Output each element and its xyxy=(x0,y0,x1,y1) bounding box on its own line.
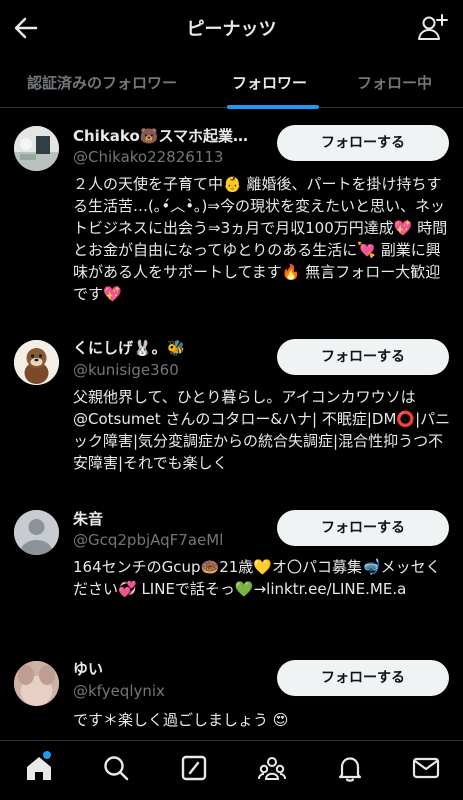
user-bio: 164センチのGcup🍩21歳💛オ〇パコ募集🤿メッセください💞 LINEで話そっ… xyxy=(73,558,441,598)
notifications-icon xyxy=(338,757,362,782)
avatar[interactable] xyxy=(14,126,59,171)
user-bio: 父親他界して、ひとり暮らし。アイコンカワウソは@Cotsumet さんのコタロー… xyxy=(73,388,451,472)
user-handle: @kunisige360 xyxy=(73,361,179,379)
search-icon xyxy=(104,756,129,781)
tab-bar: 認証済みのフォロワー フォロワー フォロー中 xyxy=(0,56,463,109)
avatar[interactable] xyxy=(14,340,59,385)
follow-button[interactable]: フォローする xyxy=(277,510,449,546)
communities-icon xyxy=(258,757,286,780)
notification-dot xyxy=(43,751,51,759)
avatar[interactable] xyxy=(14,661,59,706)
person-add-icon xyxy=(418,14,448,40)
top-bar: ピーナッツ xyxy=(0,0,463,56)
follow-button[interactable]: フォローする xyxy=(277,125,449,161)
user-bio: です＊楽しく過ごしましょう 😍 xyxy=(73,711,289,729)
page-title: ピーナッツ xyxy=(186,19,277,40)
tab-following[interactable]: フォロー中 xyxy=(357,72,432,93)
avatar[interactable] xyxy=(14,510,59,555)
follow-button[interactable]: フォローする xyxy=(277,660,449,696)
nav-messages[interactable] xyxy=(411,753,441,783)
user-handle: @Gcq2pbjAqF7aeMl xyxy=(73,531,224,549)
nav-compose[interactable] xyxy=(179,753,209,783)
add-user-button[interactable] xyxy=(415,11,449,45)
nav-notifications[interactable] xyxy=(335,753,365,783)
tab-verified-followers[interactable]: 認証済みのフォロワー xyxy=(27,72,177,93)
user-handle: @kfyeqlynix xyxy=(73,682,165,700)
user-name[interactable]: Chikako🐻スマホ起業… xyxy=(73,125,248,146)
active-tab-indicator xyxy=(227,105,319,109)
tab-followers[interactable]: フォロワー xyxy=(232,72,307,93)
user-bio: ２人の天使を子育て中👶 離婚後、パートを掛け持ちする生活苦…(｡•́︿•̀｡)⇒… xyxy=(73,175,448,303)
user-handle: @Chikako22826113 xyxy=(73,148,224,166)
nav-search[interactable] xyxy=(101,753,131,783)
nav-communities[interactable] xyxy=(257,753,287,783)
follow-button[interactable]: フォローする xyxy=(277,339,449,375)
compose-icon xyxy=(181,755,207,781)
user-name[interactable]: 朱音 xyxy=(73,508,103,529)
bottom-nav xyxy=(0,740,463,800)
default-avatar-icon xyxy=(14,510,59,555)
user-name[interactable]: くにしげ🐰。🐝 xyxy=(73,337,185,358)
user-name[interactable]: ゆい xyxy=(73,658,103,679)
messages-icon xyxy=(412,757,440,779)
